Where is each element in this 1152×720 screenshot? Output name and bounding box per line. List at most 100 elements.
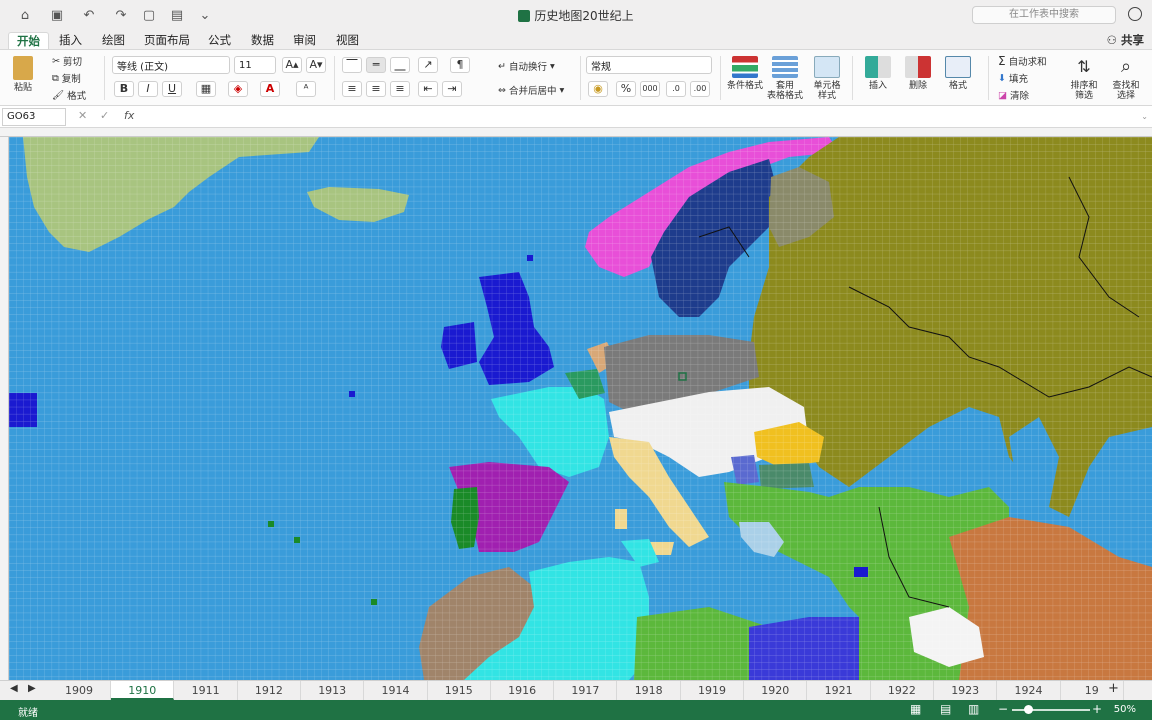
increase-font-icon[interactable]: A▴ [282,57,302,73]
sheet-tab[interactable]: 1918 [618,681,681,700]
format-painter-button[interactable]: 🖌 格式 [52,88,86,103]
increase-indent-icon[interactable]: ⇥ [442,81,462,97]
page-layout-view-icon[interactable]: ▤ [940,702,951,716]
sheet-tab[interactable]: 1922 [871,681,934,700]
decrease-font-icon[interactable]: A▾ [306,57,326,73]
format-cells-button[interactable]: 格式 [940,56,976,91]
add-sheet-icon[interactable]: + [1108,681,1119,696]
expand-formula-icon[interactable]: ⌄ [1141,112,1148,121]
normal-view-icon[interactable]: ▦ [910,702,921,716]
font-color-icon[interactable]: A [260,81,280,97]
number-format-select[interactable]: 常规 [586,56,712,74]
merge-icon: ⇔ [498,84,506,96]
print-icon[interactable]: ▤ [168,6,186,24]
tab-review[interactable]: 审阅 [285,32,324,49]
sheet-tab[interactable]: 1920 [744,681,808,700]
italic-button[interactable]: I [138,81,158,97]
insert-function-icon[interactable]: fx [124,109,134,122]
tab-home[interactable]: 开始 [8,32,49,49]
cut-button[interactable]: ✂ 剪切 [52,54,82,69]
zoom-slider-handle[interactable] [1024,705,1033,714]
align-middle-icon[interactable]: ═ [366,57,386,73]
clear-button[interactable]: ◪ 清除 [998,88,1029,103]
sheet-tab[interactable]: 1916 [491,681,555,700]
autosum-button[interactable]: Σ 自动求和 [998,54,1047,68]
name-box[interactable]: GO63 [2,108,66,126]
align-center-icon[interactable]: ≡ [366,81,386,97]
fill-button[interactable]: ⬇ 填充 [998,71,1028,86]
tab-page-layout[interactable]: 页面布局 [136,32,198,49]
sheet-tab[interactable]: 1911 [175,681,238,700]
zoom-out-icon[interactable]: − [998,702,1008,716]
decrease-decimal-icon[interactable]: .00 [690,81,710,97]
borders-icon[interactable]: ▦ [196,81,216,97]
chevron-down-icon: ▾ [549,60,555,72]
align-bottom-icon[interactable]: ⎽ [390,57,410,73]
undo-icon[interactable]: ↶ [80,6,98,24]
tab-view[interactable]: 视图 [328,32,367,49]
column-header-strip[interactable] [0,128,1152,137]
sheet-tab[interactable]: 1912 [238,681,301,700]
align-top-icon[interactable]: ⎺ [342,57,362,73]
sheet-tab[interactable]: 1917 [554,681,618,700]
align-left-icon[interactable]: ≡ [342,81,362,97]
paste-button[interactable]: 粘贴 [8,56,38,93]
sort-filter-button[interactable]: ⇅ 排序和 筛选 [1066,56,1102,101]
confirm-icon[interactable]: ✓ [100,109,109,122]
cell-style-button[interactable]: 单元格 样式 [808,56,846,101]
zoom-level[interactable]: 50% [1114,704,1136,715]
sheet-tab[interactable]: 1924 [998,681,1061,700]
customize-toolbar-icon[interactable]: ⌄ [196,6,214,24]
percent-button[interactable]: % [616,81,636,97]
account-icon[interactable] [1128,7,1142,21]
sheet-tab[interactable]: 1913 [301,681,365,700]
font-name-select[interactable]: 等线 (正文) [112,56,230,74]
text-direction-icon[interactable]: ¶ [450,57,470,73]
underline-button[interactable]: U [162,81,182,97]
save-icon[interactable]: ▣ [48,6,66,24]
merge-center-button[interactable]: ⇔ 合并后居中 ▾ [498,83,564,98]
share-icon: ⚇ [1106,33,1121,47]
page-break-view-icon[interactable]: ▥ [968,702,979,716]
orientation-icon[interactable]: ↗ [418,57,438,73]
align-right-icon[interactable]: ≡ [390,81,410,97]
delete-cells-button[interactable]: 删除 [900,56,936,91]
home-icon[interactable]: ⌂ [16,6,34,24]
conditional-format-button[interactable]: 条件格式 [726,56,764,91]
cancel-icon[interactable]: ✕ [78,109,87,122]
next-sheet-icon[interactable]: ▶ [28,683,36,694]
sheet-tab[interactable]: 1919 [681,681,744,700]
sheet-tab[interactable]: 1914 [365,681,428,700]
currency-icon[interactable]: ◉ [588,81,608,97]
scissors-icon: ✂ [52,55,60,67]
font-size-select[interactable]: 11 [234,56,276,74]
insert-cells-button[interactable]: 插入 [860,56,896,91]
tab-draw[interactable]: 绘图 [94,32,133,49]
wrap-text-button[interactable]: ↵ 自动换行 ▾ [498,59,555,74]
new-document-icon[interactable]: ▢ [140,6,158,24]
row-header-strip[interactable] [0,137,9,680]
find-select-button[interactable]: ⌕ 查找和 选择 [1108,56,1144,101]
map-grid[interactable] [9,137,1152,680]
increase-decimal-icon[interactable]: .0 [666,81,686,97]
table-format-button[interactable]: 套用 表格格式 [766,56,804,101]
sheet-tab[interactable]: 1923 [934,681,998,700]
prev-sheet-icon[interactable]: ◀ [10,683,18,694]
thousands-button[interactable]: 000 [640,81,660,97]
tab-data[interactable]: 数据 [243,32,282,49]
tab-formulas[interactable]: 公式 [200,32,239,49]
zoom-in-icon[interactable]: + [1092,702,1102,716]
sheet-tab[interactable]: 1909 [48,681,111,700]
sheet-tab[interactable]: 1910 [111,681,175,700]
bold-button[interactable]: B [114,81,134,97]
sheet-tab[interactable]: 1915 [428,681,491,700]
sheet-search-input[interactable]: 在工作表中搜索 [972,6,1116,24]
decrease-indent-icon[interactable]: ⇤ [418,81,438,97]
tab-insert[interactable]: 插入 [51,32,90,49]
share-button[interactable]: ⚇ 共享 [1107,32,1144,49]
fill-color-icon[interactable]: ◈ [228,81,248,97]
phonetic-icon[interactable]: ᴬ [296,81,316,97]
sheet-tab[interactable]: 1921 [808,681,871,700]
copy-button[interactable]: ⧉ 复制 [52,71,81,86]
redo-icon[interactable]: ↷ [112,6,130,24]
